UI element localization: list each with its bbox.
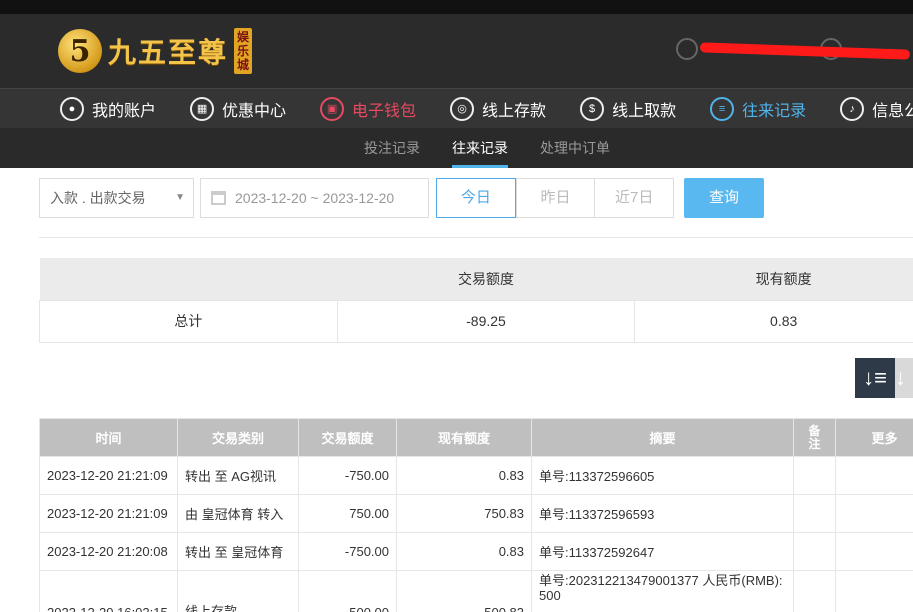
cell-more[interactable] — [835, 570, 913, 612]
nav-promotions[interactable]: ▦ 优惠中心 — [168, 89, 298, 128]
summary-header-balance: 现有额度 — [634, 258, 913, 300]
cell-amount: 500.00 — [298, 570, 397, 612]
query-button[interactable]: 查询 — [684, 178, 764, 218]
tab-bet-records[interactable]: 投注记录 — [364, 128, 420, 168]
user-icon: ● — [60, 96, 84, 121]
cell-more[interactable] — [835, 532, 913, 571]
cell-note — [793, 532, 836, 571]
records-icon: ≡ — [710, 96, 735, 121]
cell-type: 线上存款 — [177, 570, 299, 612]
table-row: 2023-12-20 21:21:09 转出 至 AG视讯 -750.00 0.… — [39, 456, 913, 495]
quick-date-buttons: 今日 昨日 近7日 — [436, 178, 674, 218]
tab-transaction-records[interactable]: 往来记录 — [452, 128, 508, 168]
logo-tag: 娱乐城 — [234, 28, 253, 74]
date-range-input[interactable]: 2023-12-20 ~ 2023-12-20 — [200, 178, 429, 218]
sub-nav: 投注记录 往来记录 处理中订单 — [0, 128, 913, 168]
nav-e-wallet[interactable]: ▣ 电子钱包 — [298, 89, 428, 128]
withdraw-icon: $ — [580, 96, 605, 121]
cell-memo: 单号:113372596593 — [531, 494, 794, 533]
table-row: 2023-12-20 16:02:15 线上存款 500.00 500.83 单… — [39, 570, 913, 612]
records-table: 时间 交易类别 交易额度 现有额度 摘要 备注 更多 2023-12-20 21… — [39, 418, 913, 612]
top-strip — [0, 0, 913, 14]
nav-announcements[interactable]: ♪ 信息公告 — [818, 89, 913, 128]
cell-amount: -750.00 — [298, 532, 397, 571]
records-header-row: 时间 交易类别 交易额度 现有额度 摘要 备注 更多 — [39, 418, 913, 457]
user-avatar-icon[interactable] — [676, 38, 698, 60]
col-type: 交易类别 — [177, 418, 299, 457]
cell-amount: 750.00 — [298, 494, 397, 533]
nav-transaction-records[interactable]: ≡ 往来记录 — [688, 89, 818, 128]
cell-note — [793, 456, 836, 495]
sort-ascending-icon[interactable]: ↓ — [895, 358, 913, 398]
logo-badge-icon: 5 — [58, 29, 102, 73]
cell-time: 2023-12-20 21:21:09 — [39, 456, 178, 495]
sort-descending-icon[interactable]: ↓≡ — [855, 358, 895, 398]
chevron-down-icon: ▼ — [175, 192, 185, 203]
transaction-type-select[interactable]: 入款 . 出款交易 ▼ — [39, 178, 194, 218]
redaction-mark — [699, 42, 911, 60]
today-button[interactable]: 今日 — [436, 178, 516, 218]
cell-type: 转出 至 皇冠体育 — [177, 532, 299, 571]
nav-my-account[interactable]: ● 我的账户 — [0, 89, 168, 128]
cell-note — [793, 570, 836, 612]
summary-total-label: 总计 — [39, 299, 338, 343]
cell-type: 转出 至 AG视讯 — [177, 456, 299, 495]
cell-memo: 单号:113372596605 — [531, 456, 794, 495]
site-header: 5 九五至尊 娱乐城 — [0, 14, 913, 88]
col-more: 更多 — [835, 418, 913, 457]
summary-total-amount: -89.25 — [336, 299, 636, 343]
table-row: 2023-12-20 21:21:09 由 皇冠体育 转入 750.00 750… — [39, 494, 913, 533]
cell-time: 2023-12-20 16:02:15 — [39, 570, 178, 612]
bell-icon: ♪ — [840, 96, 865, 121]
cell-amount: -750.00 — [298, 456, 397, 495]
logo-name: 九五至尊 — [108, 36, 229, 69]
cell-note — [793, 494, 836, 533]
summary-table: 交易额度 现有额度 总计 -89.25 0.83 — [39, 258, 913, 343]
user-info — [672, 38, 913, 66]
nav-online-withdraw[interactable]: $ 线上取款 — [558, 89, 688, 128]
summary-current-balance: 0.83 — [634, 299, 913, 343]
cell-balance: 0.83 — [396, 456, 532, 495]
yesterday-button[interactable]: 昨日 — [515, 179, 595, 217]
calendar-icon — [211, 191, 226, 205]
cell-memo: 单号:113372592647 — [531, 532, 794, 571]
tab-pending-orders[interactable]: 处理中订单 — [540, 128, 610, 168]
cell-more[interactable] — [835, 494, 913, 533]
last-7-days-button[interactable]: 近7日 — [594, 179, 673, 217]
summary-header-blank — [39, 258, 338, 300]
col-time: 时间 — [39, 418, 178, 457]
col-balance: 现有额度 — [396, 418, 532, 457]
summary-header-amount: 交易额度 — [337, 258, 635, 300]
col-amount: 交易额度 — [298, 418, 397, 457]
cell-balance: 500.83 — [396, 570, 532, 612]
cell-time: 2023-12-20 21:21:09 — [39, 494, 178, 533]
cell-time: 2023-12-20 21:20:08 — [39, 532, 178, 571]
cell-memo: 单号:202312213479001377 人民币(RMB): 500 — [531, 570, 794, 612]
col-note: 备注 — [793, 418, 836, 457]
table-row: 2023-12-20 21:20:08 转出 至 皇冠体育 -750.00 0.… — [39, 532, 913, 571]
main-nav: ● 我的账户 ▦ 优惠中心 ▣ 电子钱包 ◎ 线上存款 $ 线上取款 ≡ 往来记… — [0, 88, 913, 128]
cell-balance: 750.83 — [396, 494, 532, 533]
site-logo[interactable]: 5 九五至尊 娱乐城 — [58, 24, 253, 78]
nav-online-deposit[interactable]: ◎ 线上存款 — [428, 89, 558, 128]
wallet-icon: ▣ — [320, 96, 345, 121]
cell-type: 由 皇冠体育 转入 — [177, 494, 299, 533]
gift-icon: ▦ — [190, 96, 215, 121]
cell-balance: 0.83 — [396, 532, 532, 571]
deposit-icon: ◎ — [450, 96, 475, 121]
divider — [39, 237, 913, 238]
cell-more[interactable] — [835, 456, 913, 495]
col-memo: 摘要 — [531, 418, 794, 457]
